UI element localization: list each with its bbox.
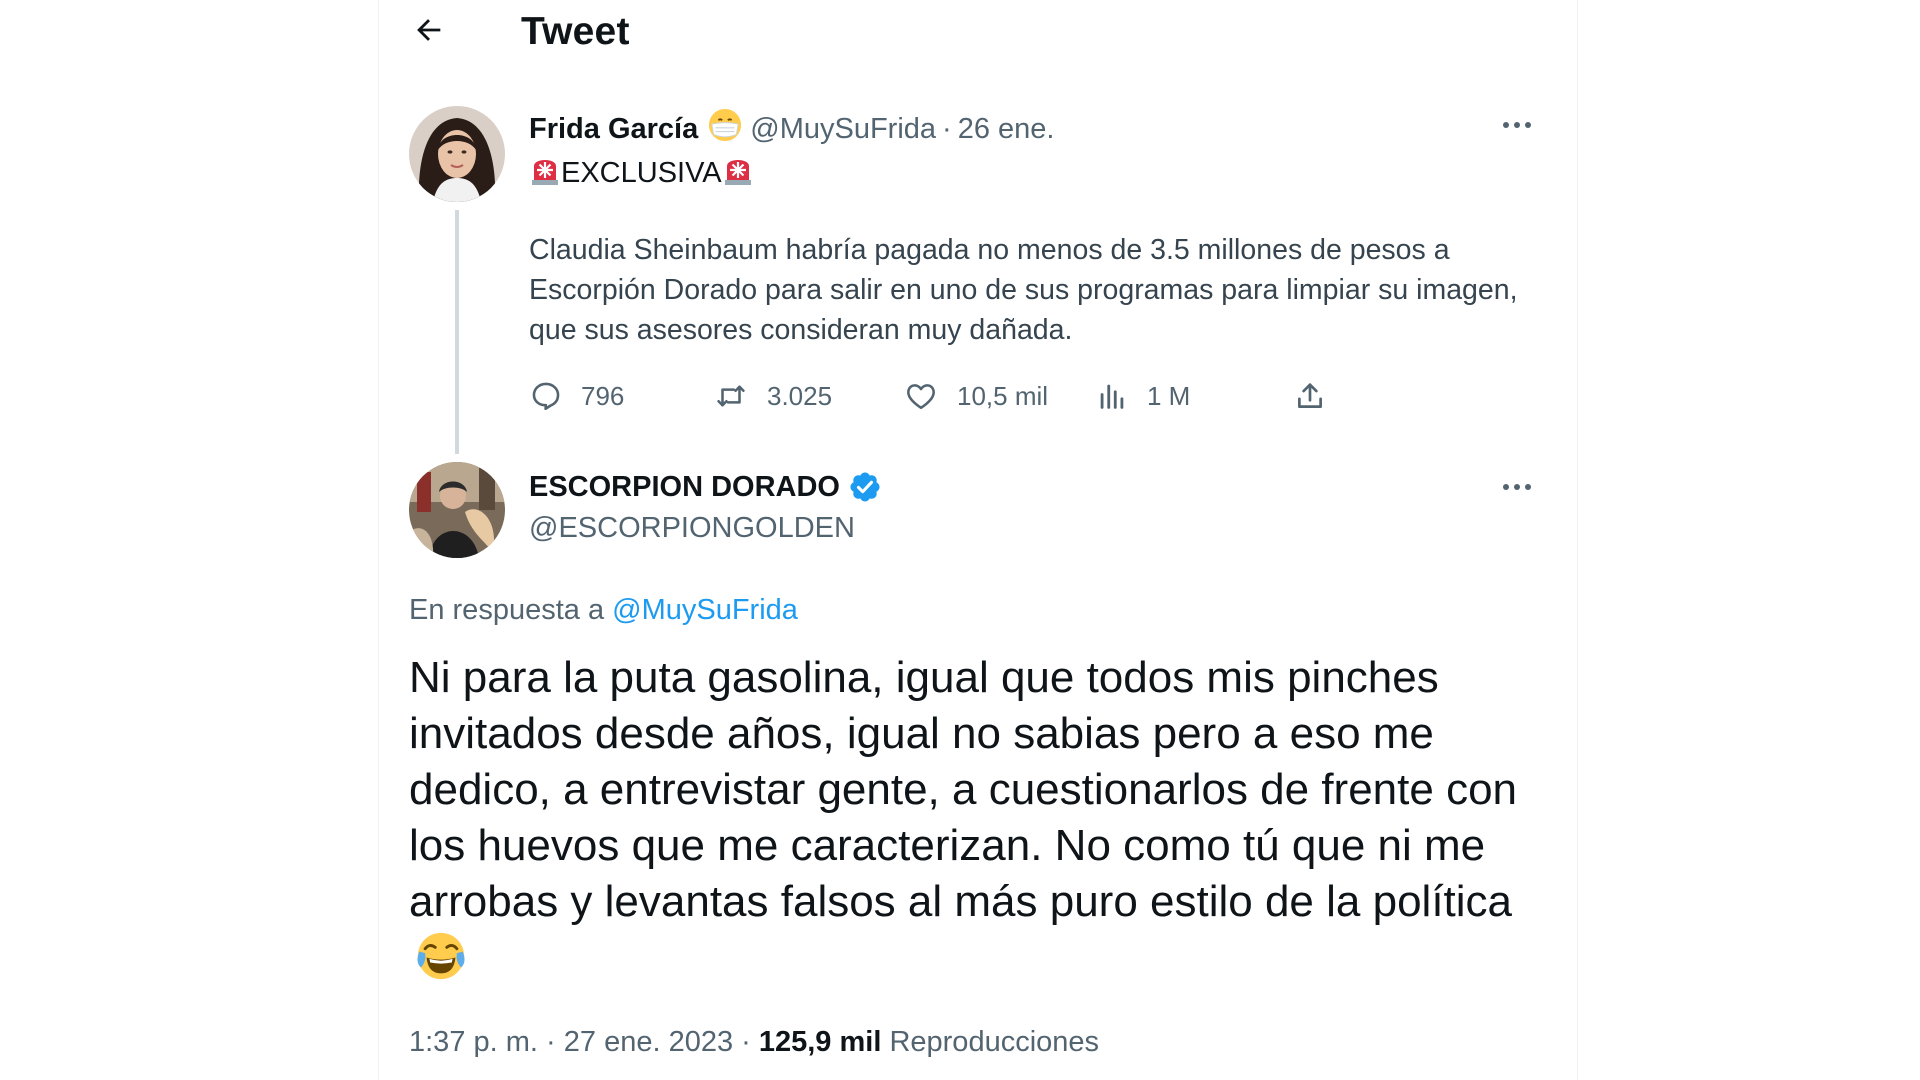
author-name[interactable]: Frida García bbox=[529, 113, 698, 146]
meta-separator: · bbox=[546, 1026, 564, 1058]
headline-text: EXCLUSIVA bbox=[561, 156, 722, 189]
tweet-time[interactable]: 1:37 p. m. bbox=[409, 1026, 538, 1058]
author-handle[interactable]: @ESCORPIONGOLDEN bbox=[529, 512, 855, 545]
tweet-date[interactable]: 27 ene. 2023 bbox=[564, 1026, 733, 1058]
mask-face-emoji-icon bbox=[708, 108, 742, 150]
tweet-headline: EXCLUSIVA bbox=[529, 152, 754, 194]
author-name[interactable]: ESCORPION DORADO bbox=[529, 471, 840, 504]
parent-author-row: Frida García @MuySuFrida · 26 ene. bbox=[529, 108, 1054, 150]
reply-author-row: ESCORPION DORADO bbox=[529, 470, 882, 504]
retweet-count: 3.025 bbox=[767, 380, 833, 411]
in-reply-prefix: En respuesta a bbox=[409, 594, 605, 626]
arrow-left-icon bbox=[417, 19, 441, 41]
views-label: Reproducciones bbox=[889, 1026, 1100, 1058]
tweet-text: Ni para la puta gasolina, igual que todo… bbox=[409, 653, 1518, 926]
reply-count: 796 bbox=[581, 380, 625, 411]
in-reply-handle-link[interactable]: @MuySuFrida bbox=[612, 594, 798, 626]
like-count: 10,5 mil bbox=[957, 380, 1049, 411]
avatar-escorpion[interactable] bbox=[409, 462, 505, 558]
reply-button[interactable]: 796 bbox=[529, 376, 624, 416]
retweet-button[interactable]: 3.025 bbox=[713, 376, 832, 416]
verified-badge-icon bbox=[848, 470, 882, 504]
reply-tweet-text-container: Ni para la puta gasolina, igual que todo… bbox=[409, 650, 1559, 996]
meta-separator: · bbox=[741, 1026, 759, 1058]
share-icon bbox=[1298, 383, 1322, 408]
face-with-tears-of-joy-emoji-icon bbox=[415, 930, 467, 996]
tweet-metadata: 1:37 p. m. · 27 ene. 2023 · 125,9 mil Re… bbox=[409, 1026, 1099, 1059]
views-count: 1 M bbox=[1147, 380, 1191, 411]
heart-icon bbox=[907, 384, 935, 410]
more-options-button[interactable] bbox=[1495, 472, 1539, 502]
avatar-frida[interactable] bbox=[409, 106, 505, 202]
views-button[interactable]: 1 M bbox=[1095, 376, 1190, 416]
retweet-icon bbox=[717, 385, 745, 407]
tweet-actions-bar: 796 3.025 10,5 mil 1 M bbox=[529, 376, 1429, 416]
tweet-detail-column: Tweet Frida García @MuySuFrida · 26 ene.… bbox=[378, 0, 1578, 1080]
siren-emoji-icon bbox=[529, 152, 561, 194]
share-button[interactable] bbox=[1293, 376, 1327, 416]
back-button[interactable] bbox=[407, 8, 451, 52]
page-title: Tweet bbox=[521, 10, 630, 53]
tweet-text: Claudia Sheinbaum habría pagada no menos… bbox=[529, 234, 1518, 346]
reply-icon bbox=[532, 382, 560, 411]
analytics-icon bbox=[1100, 384, 1124, 409]
siren-emoji-icon bbox=[722, 152, 754, 194]
thread-connector-line bbox=[455, 210, 459, 454]
page-header: Tweet bbox=[379, 0, 1579, 62]
author-handle[interactable]: @MuySuFrida bbox=[750, 113, 936, 146]
like-button[interactable]: 10,5 mil bbox=[903, 376, 1048, 416]
tweet-date[interactable]: 26 ene. bbox=[958, 113, 1055, 146]
more-options-button[interactable] bbox=[1495, 110, 1539, 140]
in-reply-to: En respuesta a @MuySuFrida bbox=[409, 594, 798, 627]
meta-separator: · bbox=[942, 112, 952, 145]
views-count: 125,9 mil bbox=[758, 1026, 882, 1058]
